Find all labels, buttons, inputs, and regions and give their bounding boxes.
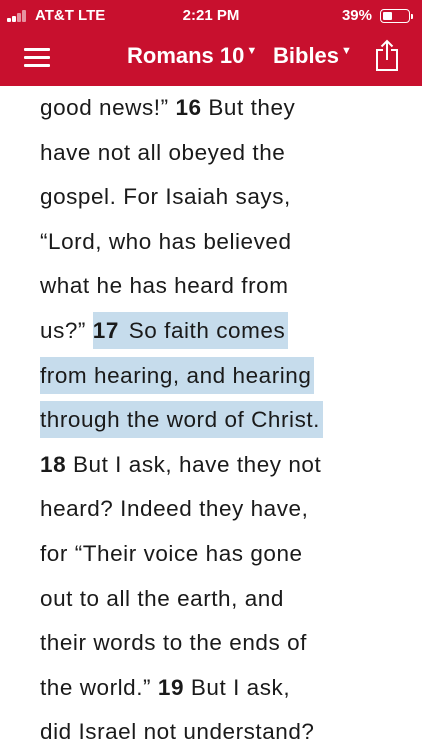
verse-text: gospel. For Isaiah says, bbox=[40, 184, 291, 210]
passage-line[interactable]: the world.” 19 But I ask, bbox=[40, 666, 410, 711]
chapter-selector-label: Romans 10 bbox=[127, 43, 245, 68]
verse-text: what he has heard from bbox=[40, 273, 289, 299]
app-header: AT&T LTE 2:21 PM 39% Romans 10 ▼ Bibles ▼ bbox=[0, 0, 422, 86]
nav-bar: Romans 10 ▼ Bibles ▼ bbox=[0, 32, 422, 86]
passage-line[interactable]: heard? Indeed they have, bbox=[40, 487, 410, 532]
verse-number: 16 bbox=[175, 95, 202, 120]
passage-line[interactable]: what he has heard from bbox=[40, 264, 410, 309]
verse-text: “Lord, who has believed bbox=[40, 228, 292, 254]
verse-text: for “Their voice has gone bbox=[40, 540, 303, 566]
scripture-passage: good news!” 16 But they have not all obey… bbox=[40, 86, 410, 755]
verse-text: the world.” bbox=[40, 674, 158, 700]
battery-icon bbox=[380, 9, 413, 23]
verse-text: did Israel not understand? bbox=[40, 719, 315, 745]
verse-text: But I ask, have they not bbox=[66, 451, 322, 477]
caret-down-icon: ▼ bbox=[246, 45, 258, 57]
verse-text: their words to the ends of bbox=[40, 630, 307, 656]
verse-text: out to all the earth, and bbox=[40, 585, 284, 611]
passage-line[interactable]: us?” 17 So faith comes bbox=[40, 309, 410, 354]
verse-number: 18 bbox=[40, 451, 67, 477]
passage-line[interactable]: 18 But I ask, have they not bbox=[40, 443, 410, 488]
passage-line[interactable]: did Israel not understand? bbox=[40, 710, 410, 755]
passage-line[interactable]: gospel. For Isaiah says, bbox=[40, 175, 410, 220]
verse-text: good news!” bbox=[40, 95, 176, 120]
verse-text: So faith comes bbox=[121, 311, 289, 349]
bibles-selector-label: Bibles bbox=[273, 43, 340, 68]
share-icon[interactable] bbox=[374, 38, 400, 72]
passage-line[interactable]: from hearing, and hearing bbox=[40, 354, 410, 399]
menu-icon[interactable] bbox=[24, 46, 50, 68]
battery-percent: 39% bbox=[341, 7, 372, 24]
status-bar: AT&T LTE 2:21 PM 39% bbox=[0, 0, 422, 32]
passage-line[interactable]: “Lord, who has believed bbox=[40, 220, 410, 265]
verse-text: But I ask, bbox=[184, 674, 291, 700]
passage-line[interactable]: out to all the earth, and bbox=[40, 577, 410, 622]
chapter-selector[interactable]: Romans 10 ▼ bbox=[127, 43, 257, 69]
verse-text: But they bbox=[201, 95, 296, 120]
passage-line[interactable]: through the word of Christ. bbox=[40, 398, 410, 443]
passage-line[interactable]: have not all obeyed the bbox=[40, 131, 410, 176]
verse-text: from hearing, and hearing bbox=[40, 356, 315, 394]
verse-number: 19 bbox=[157, 674, 185, 700]
verse-text: us?” bbox=[40, 317, 93, 343]
verse-text: through the word of Christ. bbox=[40, 401, 323, 439]
verse-text: have not all obeyed the bbox=[40, 139, 286, 165]
passage-line[interactable]: for “Their voice has gone bbox=[40, 532, 410, 577]
bibles-selector[interactable]: Bibles ▼ bbox=[273, 43, 352, 69]
passage-line[interactable]: good news!” 16 But they bbox=[40, 86, 410, 131]
passage-line[interactable]: their words to the ends of bbox=[40, 621, 410, 666]
verse-text: heard? Indeed they have, bbox=[40, 496, 309, 522]
verse-number: 17 bbox=[92, 311, 122, 349]
caret-down-icon: ▼ bbox=[341, 45, 352, 57]
